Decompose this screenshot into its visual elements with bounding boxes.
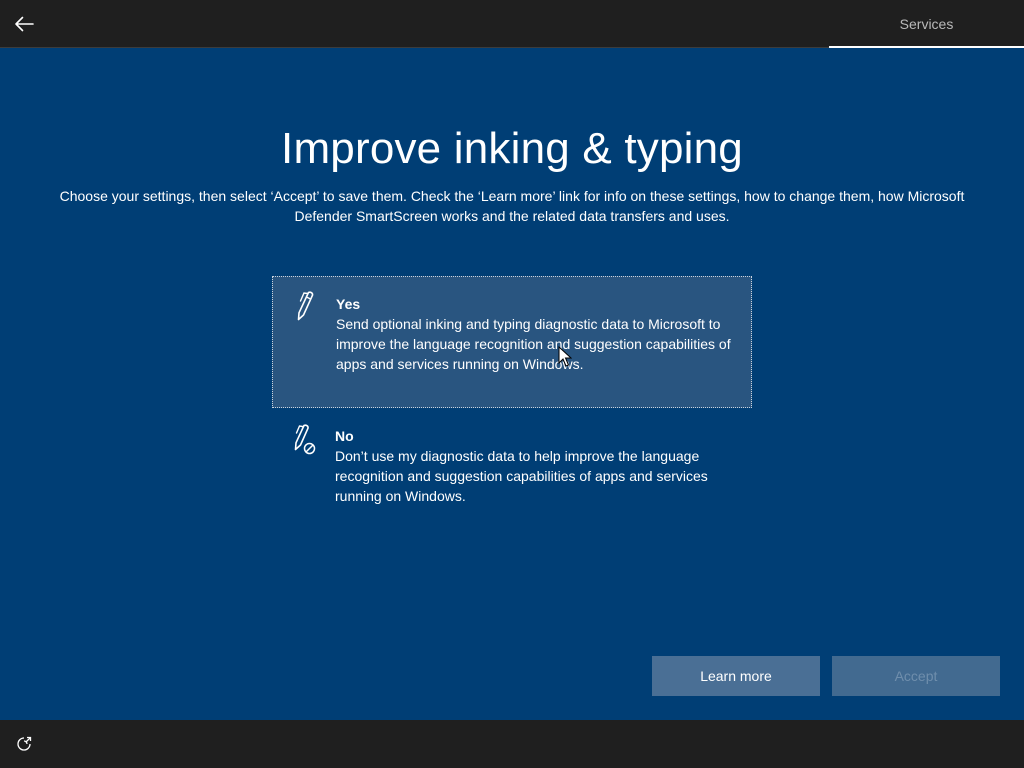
- ease-of-access-icon: [17, 736, 32, 751]
- learn-more-button[interactable]: Learn more: [652, 656, 820, 696]
- back-arrow-icon: [15, 16, 34, 32]
- ease-of-access-button[interactable]: [12, 732, 36, 756]
- back-button[interactable]: [8, 8, 40, 40]
- section-tab-label: Services: [899, 15, 954, 32]
- section-tab-services: Services: [829, 0, 1024, 48]
- accept-button[interactable]: Accept: [832, 656, 1000, 696]
- section-tab-underline: [829, 46, 1024, 48]
- pen-icon: [297, 291, 314, 321]
- option-no-description: Don’t use my diagnostic data to help imp…: [335, 448, 708, 504]
- mouse-cursor-icon: [558, 346, 572, 367]
- option-yes-text: Yes Send optional inking and typing diag…: [336, 294, 741, 374]
- option-yes-title: Yes: [336, 296, 361, 312]
- bottom-bar: [0, 720, 1024, 768]
- option-no-text: No Don’t use my diagnostic data to help …: [335, 426, 740, 506]
- page-subtitle: Choose your settings, then select ‘Accep…: [59, 188, 965, 224]
- option-no-title: No: [335, 428, 354, 444]
- option-no[interactable]: No Don’t use my diagnostic data to help …: [272, 410, 752, 514]
- pen-disabled-icon: [294, 424, 316, 455]
- page-title: Improve inking & typing: [281, 124, 743, 173]
- top-bar: Services: [0, 0, 1024, 48]
- option-yes[interactable]: Yes Send optional inking and typing diag…: [272, 276, 752, 408]
- option-yes-description: Send optional inking and typing diagnost…: [336, 316, 731, 372]
- oobe-screen: Services Improve inking & typing Choose …: [0, 0, 1024, 768]
